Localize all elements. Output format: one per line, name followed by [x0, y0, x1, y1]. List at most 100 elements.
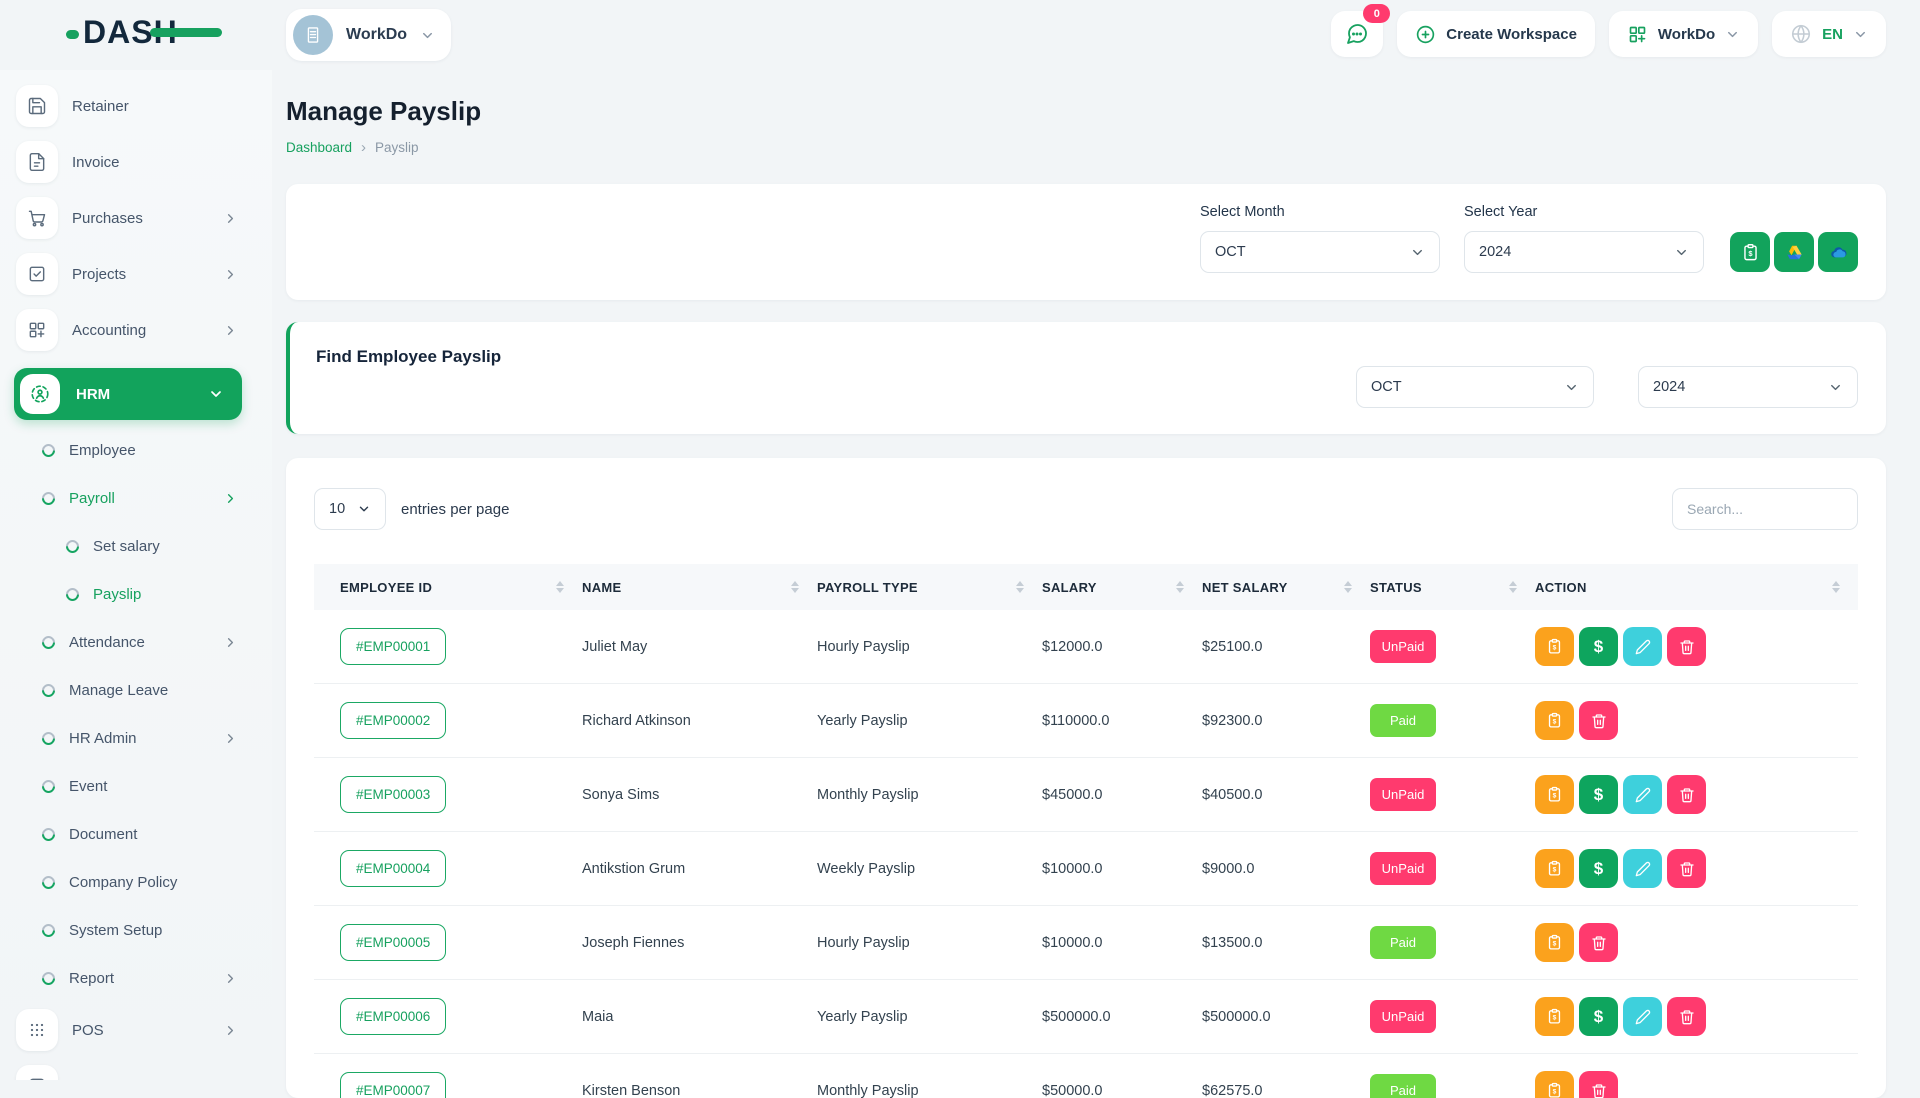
- sidebar-item-label: HR Admin: [69, 730, 137, 747]
- column-header-action[interactable]: ACTION: [1535, 580, 1858, 595]
- employee-id-button[interactable]: #EMP00003: [340, 776, 446, 813]
- pay-button[interactable]: $: [1579, 627, 1618, 666]
- payslip-button[interactable]: $: [1535, 997, 1574, 1036]
- column-header-name[interactable]: NAME: [582, 580, 817, 595]
- employee-id-button[interactable]: #EMP00005: [340, 924, 446, 961]
- sidebar-subitem[interactable]: Set salary: [0, 522, 272, 570]
- sidebar-subitem[interactable]: Manage Leave: [0, 666, 272, 714]
- sidebar-item-label: POS: [72, 1022, 104, 1039]
- create-workspace-button[interactable]: Create Workspace: [1397, 11, 1595, 57]
- find-month-select[interactable]: OCT: [1356, 366, 1594, 408]
- logo-dot-icon: [66, 30, 79, 39]
- sidebar-subitem[interactable]: Document: [0, 810, 272, 858]
- sidebar-subitem[interactable]: Report: [0, 954, 272, 1002]
- delete-button[interactable]: [1667, 627, 1706, 666]
- plus-circle-icon: [1415, 24, 1436, 45]
- delete-button[interactable]: [1579, 1071, 1618, 1098]
- salary-value: $45000.0: [1042, 787, 1202, 803]
- edit-button[interactable]: [1623, 997, 1662, 1036]
- pay-button[interactable]: $: [1579, 997, 1618, 1036]
- employee-name: Juliet May: [582, 639, 817, 655]
- find-payslip-title: Find Employee Payslip: [316, 347, 501, 367]
- breadcrumb-dashboard-link[interactable]: Dashboard: [286, 140, 352, 155]
- breadcrumb-separator: ›: [361, 139, 366, 156]
- sidebar-item-crm[interactable]: CRM: [0, 1058, 272, 1080]
- sidebar-item-purchases[interactable]: Purchases: [0, 190, 272, 246]
- retainer-save-icon: [16, 85, 58, 127]
- sidebar-subitem[interactable]: Attendance: [0, 618, 272, 666]
- workspace-selector[interactable]: WorkDo: [286, 9, 451, 61]
- payroll-type: Monthly Payslip: [817, 787, 1042, 803]
- sidebar-item-hrm[interactable]: HRM: [14, 368, 242, 420]
- find-year-select[interactable]: 2024: [1638, 366, 1858, 408]
- sidebar-subitem[interactable]: Employee: [0, 426, 272, 474]
- employee-id-button[interactable]: #EMP00006: [340, 998, 446, 1035]
- top-bar: DASH WorkDo 0 Create Workspace WorkDo: [0, 0, 1920, 70]
- sidebar-item-projects[interactable]: Projects: [0, 246, 272, 302]
- svg-text:$: $: [1553, 1089, 1557, 1096]
- sidebar-subitem[interactable]: HR Admin: [0, 714, 272, 762]
- sidebar-subitem[interactable]: Company Policy: [0, 858, 272, 906]
- sidebar-item-label: Retainer: [72, 98, 129, 115]
- sort-icon: [1176, 581, 1184, 593]
- salary-value: $10000.0: [1042, 861, 1202, 877]
- column-header-payroll-type[interactable]: PAYROLL TYPE: [817, 580, 1042, 595]
- pay-button[interactable]: $: [1579, 849, 1618, 888]
- employee-id-button[interactable]: #EMP00007: [340, 1072, 446, 1098]
- payslip-button[interactable]: $: [1535, 775, 1574, 814]
- table-body: #EMP00001 Juliet May Hourly Payslip $120…: [314, 610, 1858, 1098]
- pay-button[interactable]: $: [1579, 775, 1618, 814]
- payroll-type: Hourly Payslip: [817, 935, 1042, 951]
- month-select[interactable]: OCT: [1200, 231, 1440, 273]
- column-header-net-salary[interactable]: NET SALARY: [1202, 580, 1370, 595]
- google-drive-button[interactable]: [1774, 232, 1814, 272]
- employee-id-button[interactable]: #EMP00001: [340, 628, 446, 665]
- edit-button[interactable]: [1623, 775, 1662, 814]
- payslip-button[interactable]: $: [1535, 923, 1574, 962]
- messages-button[interactable]: 0: [1331, 11, 1383, 57]
- app-logo[interactable]: DASH: [66, 16, 178, 48]
- sidebar-subitem[interactable]: Payslip: [0, 570, 272, 618]
- payslip-generator-card: Select Month OCT Select Year 2024 $: [286, 184, 1886, 300]
- employee-id-button[interactable]: #EMP00004: [340, 850, 446, 887]
- sidebar-subitem[interactable]: Event: [0, 762, 272, 810]
- language-selector[interactable]: EN: [1772, 11, 1886, 57]
- delete-button[interactable]: [1579, 923, 1618, 962]
- sidebar-item-invoice[interactable]: Invoice: [0, 134, 272, 190]
- payslip-button[interactable]: $: [1535, 1071, 1574, 1098]
- search-input[interactable]: [1672, 488, 1858, 530]
- sidebar-item-pos[interactable]: POS: [0, 1002, 272, 1058]
- payslip-button[interactable]: $: [1535, 849, 1574, 888]
- sidebar-subitem[interactable]: Payroll: [0, 474, 272, 522]
- generate-payslip-button[interactable]: $: [1730, 232, 1770, 272]
- onedrive-button[interactable]: [1818, 232, 1858, 272]
- edit-button[interactable]: [1623, 849, 1662, 888]
- bullet-icon: [63, 537, 81, 555]
- delete-button[interactable]: [1667, 997, 1706, 1036]
- employee-id-button[interactable]: #EMP00002: [340, 702, 446, 739]
- sidebar-item-label: Set salary: [93, 538, 160, 555]
- column-header-salary[interactable]: SALARY: [1042, 580, 1202, 595]
- sidebar-item-retainer[interactable]: Retainer: [0, 78, 272, 134]
- chevron-down-icon: [1410, 245, 1425, 260]
- payslip-button[interactable]: $: [1535, 627, 1574, 666]
- table-row: #EMP00004 Antikstion Grum Weekly Payslip…: [314, 832, 1858, 906]
- delete-button[interactable]: [1667, 849, 1706, 888]
- pencil-icon: [1635, 861, 1651, 877]
- column-header-employee-id[interactable]: EMPLOYEE ID: [314, 580, 582, 595]
- chevron-down-icon: [1725, 27, 1740, 42]
- sidebar-subitem[interactable]: System Setup: [0, 906, 272, 954]
- entries-per-page-select[interactable]: 10: [314, 488, 386, 530]
- logo-dash-icon: [150, 28, 222, 37]
- payslip-table-card: 10 entries per page EMPLOYEE ID NAME PAY…: [286, 458, 1886, 1098]
- column-header-status[interactable]: STATUS: [1370, 580, 1535, 595]
- edit-button[interactable]: [1623, 627, 1662, 666]
- svg-text:$: $: [1553, 1015, 1557, 1022]
- payslip-button[interactable]: $: [1535, 701, 1574, 740]
- delete-button[interactable]: [1667, 775, 1706, 814]
- app-menu-button[interactable]: WorkDo: [1609, 11, 1758, 57]
- net-salary-value: $62575.0: [1202, 1083, 1370, 1098]
- year-select[interactable]: 2024: [1464, 231, 1704, 273]
- delete-button[interactable]: [1579, 701, 1618, 740]
- sidebar-item-accounting[interactable]: Accounting: [0, 302, 272, 358]
